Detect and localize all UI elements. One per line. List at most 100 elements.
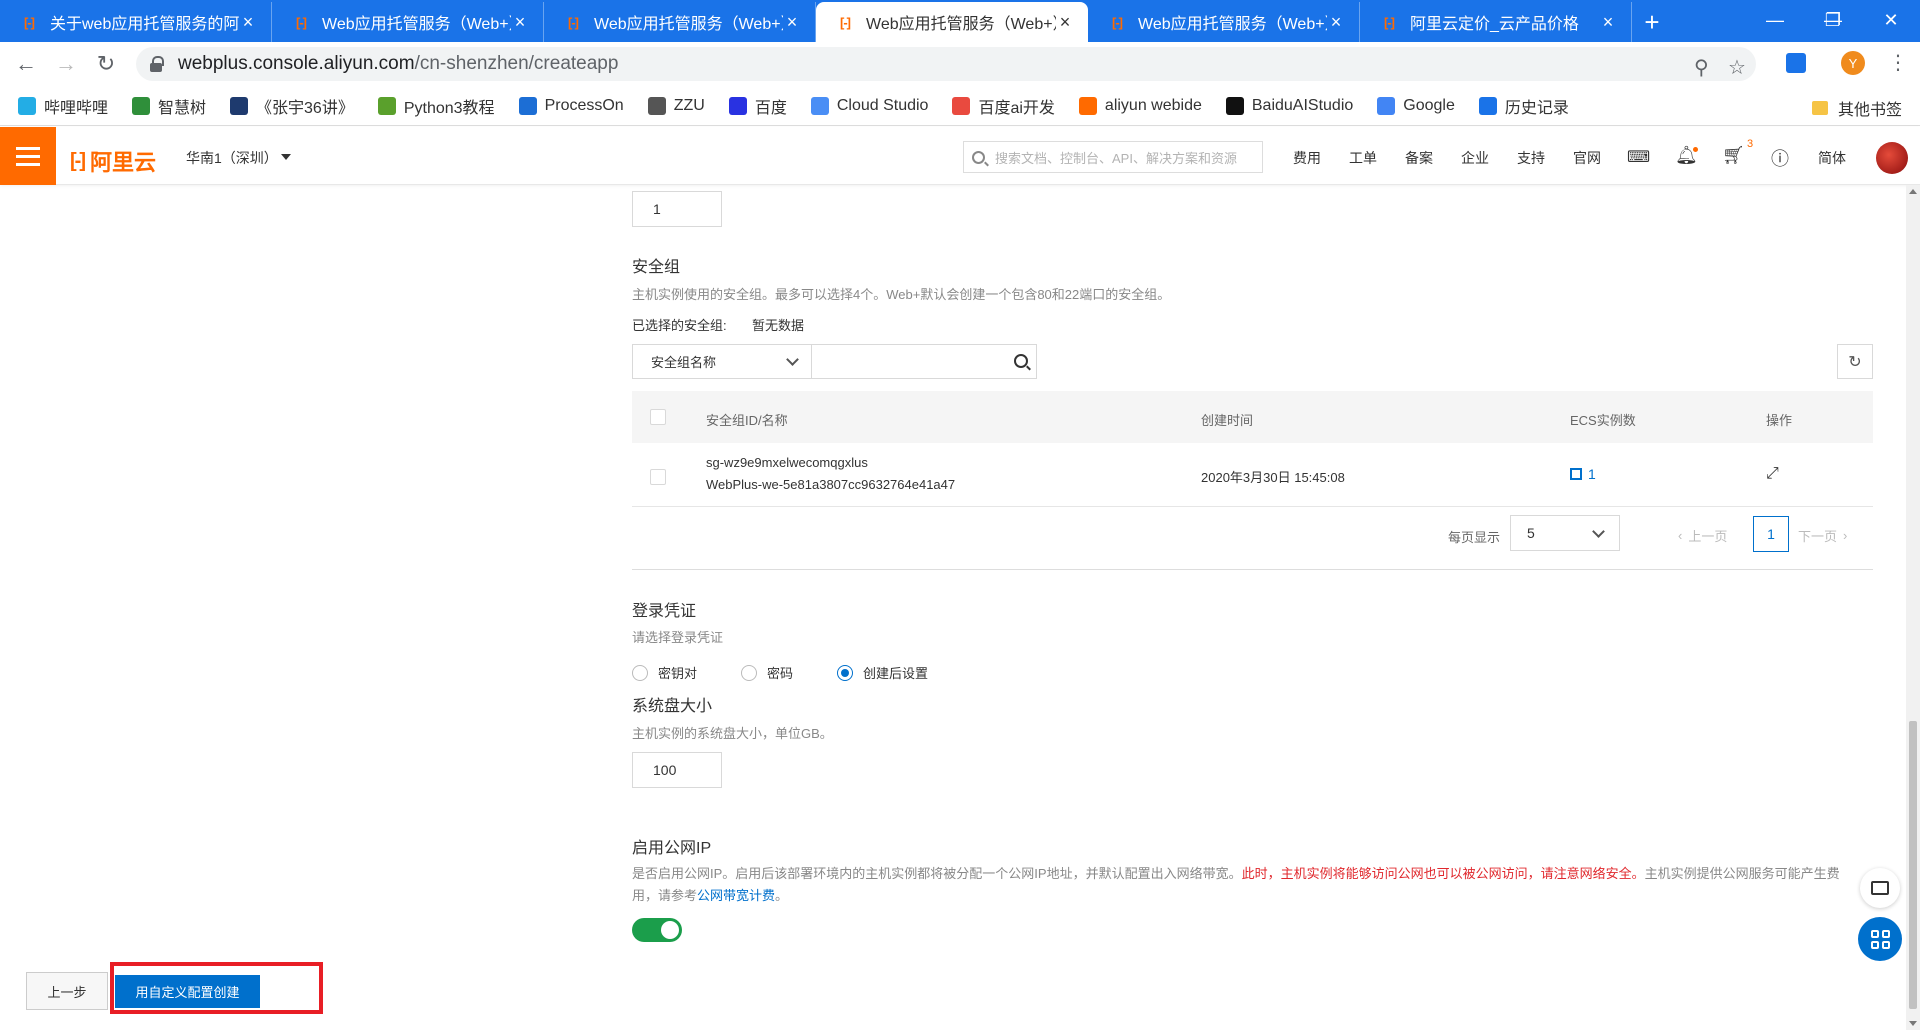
browser-tab-bar: [-] 关于web应用托管服务的阿里 × [-] Web应用托管服务（Web+） × [-]… (0, 0, 1920, 42)
radio-set-after-create[interactable]: 创建后设置 (837, 663, 928, 682)
menu-icon[interactable] (0, 127, 56, 185)
tab-close-icon[interactable]: × (1056, 12, 1074, 33)
window-minimize-button[interactable]: — (1750, 0, 1800, 40)
browser-tab[interactable]: [-] 阿里云定价_云产品价格 × (1360, 2, 1632, 42)
public-ip-toggle[interactable] (632, 918, 682, 942)
bookmark-label: 《张宇36讲》 (256, 99, 354, 117)
radio-password[interactable]: 密码 (741, 663, 793, 682)
previous-step-button[interactable]: 上一步 (26, 972, 108, 1010)
tab-close-icon[interactable]: × (239, 12, 257, 33)
region-selector[interactable]: 华南1（深圳） (186, 148, 278, 168)
bookmark-item[interactable]: Cloud Studio (810, 96, 928, 115)
bookmark-label: 历史记录 (1504, 99, 1569, 117)
select-all-checkbox[interactable] (650, 409, 666, 425)
reload-icon[interactable]: ↻ (86, 44, 126, 84)
prev-page-button[interactable]: ‹ 上一页 (1678, 526, 1727, 545)
instance-count-input[interactable]: 1 (632, 191, 722, 227)
public-ip-title: 启用公网IP (632, 840, 712, 857)
scroll-up-icon[interactable] (1909, 189, 1917, 194)
header-link-enterprise[interactable]: 企业 (1461, 148, 1489, 168)
forward-arrow-icon[interactable]: → (46, 44, 86, 84)
bookmark-item[interactable]: 百度ai开发 (952, 94, 1055, 118)
search-icon[interactable] (1014, 354, 1028, 368)
bookmark-item[interactable]: Python3教程 (377, 94, 495, 118)
browser-tab[interactable]: [-] Web应用托管服务（Web+） × (272, 2, 544, 42)
help-icon[interactable]: ⓘ (1771, 145, 1789, 171)
security-group-filter-select[interactable]: 安全组名称 (632, 344, 812, 379)
bandwidth-billing-link[interactable]: 公网带宽计费 (697, 888, 775, 903)
bookmark-item[interactable]: 哔哩哔哩 (18, 94, 108, 118)
new-tab-button[interactable]: + (1632, 2, 1672, 42)
url-input[interactable]: webplus.console.aliyun.com/cn-shenzhen/c… (136, 47, 1756, 81)
bookmark-item[interactable]: 《张宇36讲》 (230, 94, 354, 118)
bookmark-item[interactable]: aliyun webide (1078, 96, 1202, 115)
tab-title: Web应用托管服务（Web+） (1138, 16, 1327, 33)
extension-icon[interactable] (1786, 53, 1806, 73)
bookmark-item[interactable]: 历史记录 (1478, 94, 1569, 118)
page-scrollbar[interactable] (1906, 185, 1920, 1030)
header-link-fee[interactable]: 费用 (1293, 148, 1321, 168)
bookmark-item[interactable]: 百度 (728, 94, 787, 118)
user-avatar[interactable] (1876, 142, 1908, 174)
public-ip-desc-a: 是否启用公网IP。启用后该部署环境内的主机实例都将被分配一个公网IP地址，并默认… (632, 866, 1242, 881)
bookmark-label: Google (1403, 96, 1455, 114)
console-header: [-] 阿里云 华南1（深圳） 搜索文档、控制台、API、解决方案和资源 费用 … (0, 127, 1920, 185)
aliyun-logo[interactable]: [-] 阿里云 (70, 145, 156, 177)
scroll-down-icon[interactable] (1909, 1021, 1917, 1026)
console-search-input[interactable]: 搜索文档、控制台、API、解决方案和资源 (963, 141, 1263, 173)
bookmark-item[interactable]: Google (1377, 96, 1455, 115)
other-bookmarks[interactable]: 其他书签 (1811, 96, 1902, 120)
tab-close-icon[interactable]: × (1599, 12, 1617, 33)
bookmark-star-icon[interactable]: ☆ (1728, 55, 1746, 80)
tab-close-icon[interactable]: × (511, 12, 529, 33)
tab-close-icon[interactable]: × (783, 12, 801, 33)
scrollbar-thumb[interactable] (1909, 721, 1917, 1009)
bookmark-favicon-icon (377, 96, 396, 115)
login-credential-desc: 请选择登录凭证 (632, 630, 724, 645)
feedback-chat-icon[interactable] (1860, 868, 1900, 908)
header-link-ticket[interactable]: 工单 (1349, 148, 1377, 168)
browser-tab[interactable]: [-] Web应用托管服务（Web+） × (1088, 2, 1360, 42)
browser-tab[interactable]: [-] 关于web应用托管服务的阿里 × (0, 2, 272, 42)
login-credential-title: 登录凭证 (632, 603, 697, 620)
browser-tab[interactable]: [-] Web应用托管服务（Web+） × (816, 2, 1088, 42)
tab-close-icon[interactable]: × (1327, 12, 1345, 33)
tab-title: Web应用托管服务（Web+） (322, 16, 511, 33)
profile-avatar[interactable]: Y (1841, 51, 1865, 75)
row-checkbox[interactable] (650, 469, 666, 485)
ecs-count-link[interactable]: 1 (1570, 466, 1596, 482)
security-group-search-input[interactable] (812, 344, 1037, 379)
create-with-custom-config-button[interactable]: 用自定义配置创建 (115, 975, 260, 1008)
caret-down-icon[interactable] (281, 154, 291, 160)
bookmark-favicon-icon (1478, 96, 1497, 115)
page-number-current[interactable]: 1 (1753, 516, 1789, 552)
public-ip-warning: 此时，主机实例将能够访问公网也可以被公网访问，请注意网络安全。 (1241, 866, 1645, 881)
bookmark-item[interactable]: 智慧树 (132, 94, 206, 118)
bookmark-item[interactable]: ZZU (647, 96, 705, 115)
next-page-button[interactable]: 下一页 › (1798, 526, 1847, 545)
per-page-value: 5 (1527, 525, 1535, 541)
browser-menu-icon[interactable]: ⋮ (1888, 50, 1908, 75)
bookmark-favicon-icon (230, 96, 249, 115)
expand-icon[interactable]: ⤢ (1766, 465, 1779, 483)
header-link-official[interactable]: 官网 (1573, 148, 1601, 168)
window-close-button[interactable]: ✕ (1866, 0, 1916, 40)
browser-tab[interactable]: [-] Web应用托管服务（Web+） × (544, 2, 816, 42)
prev-page-label: 上一页 (1688, 529, 1728, 544)
system-disk-input[interactable]: 100 (632, 752, 722, 788)
refresh-button[interactable]: ↻ (1837, 344, 1873, 379)
zoom-search-icon[interactable]: ⚲ (1694, 55, 1709, 80)
app-grid-icon[interactable] (1858, 917, 1902, 961)
bookmark-item[interactable]: ProcessOn (518, 96, 624, 115)
language-switch[interactable]: 简体 (1818, 148, 1846, 168)
window-restore-button[interactable]: ❐ (1808, 0, 1858, 40)
chevron-down-icon (786, 353, 799, 366)
back-arrow-icon[interactable]: ← (6, 44, 46, 84)
header-link-support[interactable]: 支持 (1517, 148, 1545, 168)
per-page-select[interactable]: 5 (1510, 515, 1620, 551)
radio-keypair[interactable]: 密钥对 (632, 663, 697, 682)
terminal-icon[interactable]: ⌨ (1627, 147, 1650, 167)
header-link-icp[interactable]: 备案 (1405, 148, 1433, 168)
bookmark-item[interactable]: BaiduAIStudio (1225, 96, 1353, 115)
cart-icon[interactable]: 🛒︎ (1722, 145, 1745, 166)
